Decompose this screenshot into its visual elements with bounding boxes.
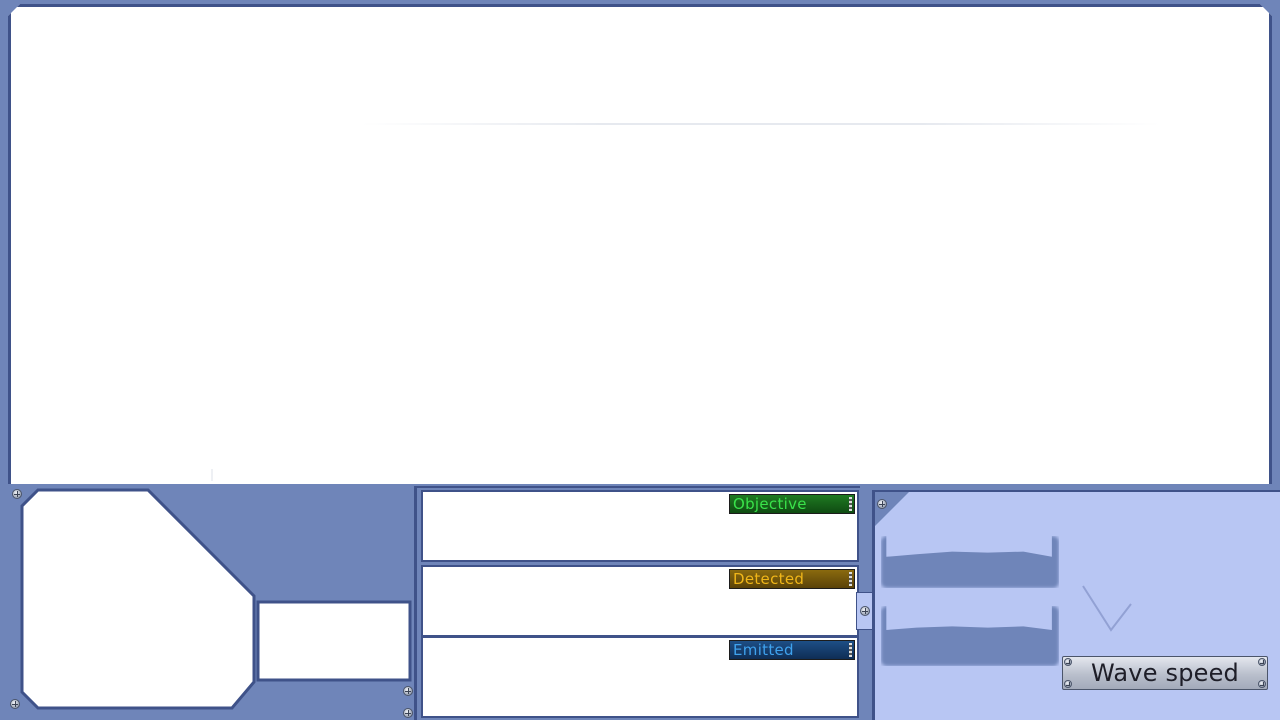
screw-icon	[1258, 658, 1266, 666]
faint-marker	[211, 469, 213, 481]
detected-box: Detected	[421, 565, 859, 637]
screw-icon	[1258, 680, 1266, 688]
screw-icon	[877, 499, 887, 509]
screw-icon	[12, 489, 22, 499]
emitted-label: Emitted	[733, 641, 794, 659]
screw-icon	[10, 699, 20, 709]
objective-box: Objective	[421, 490, 859, 562]
main-simulation-view[interactable]	[8, 4, 1272, 488]
emitted-badge: Emitted	[729, 640, 855, 660]
screw-icon	[1064, 658, 1072, 666]
objective-label: Objective	[733, 495, 807, 513]
screw-icon	[403, 708, 413, 718]
wave-indicator	[1082, 585, 1132, 632]
preview-viewport	[12, 488, 414, 710]
wave-slider-track[interactable]	[881, 536, 1059, 588]
badge-grip-icon	[849, 497, 852, 511]
detected-label: Detected	[733, 570, 805, 588]
badge-grip-icon	[849, 643, 852, 657]
wave-speed-label: Wave speed	[1090, 659, 1239, 687]
wave-slider-track[interactable]	[881, 606, 1059, 666]
screw-icon	[860, 606, 870, 616]
wave-speed-button[interactable]: Wave speed	[1062, 656, 1268, 690]
emitted-box: Emitted	[421, 636, 859, 718]
readout-panel: Objective Detected Emitted	[414, 486, 860, 720]
badge-grip-icon	[849, 572, 852, 586]
objective-badge: Objective	[729, 494, 855, 514]
detected-badge: Detected	[729, 569, 855, 589]
wave-trace	[361, 123, 1161, 125]
screw-icon	[1064, 680, 1072, 688]
screw-icon	[403, 686, 413, 696]
panel-corner	[875, 492, 909, 526]
